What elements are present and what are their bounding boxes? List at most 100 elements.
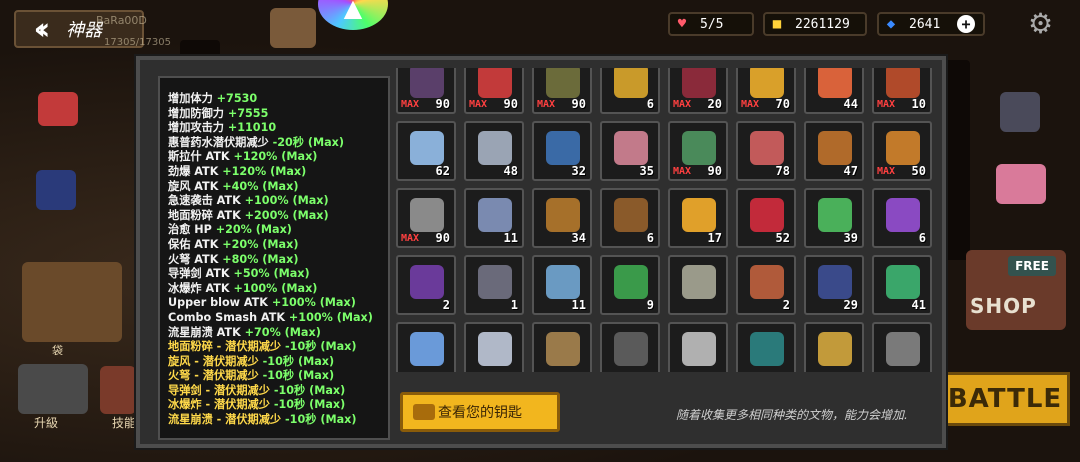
artifact-slot-stone-block[interactable]: MAX 90 (396, 188, 456, 248)
stat-name: 劲爆 ATK (168, 164, 223, 178)
artifact-slot-horn[interactable]: MAX 90 (396, 68, 456, 114)
stat-line: 急速袭击 ATK +100% (Max) (168, 194, 388, 209)
golden-hammer-icon (614, 68, 648, 98)
arrow-icon (410, 332, 444, 366)
artifact-slot-lantern[interactable]: MAX 10 (872, 68, 932, 114)
artifact-count: 6 (646, 231, 654, 245)
stat-line: 保佑 ATK +20% (Max) (168, 238, 388, 253)
amulet-icon (546, 198, 580, 232)
trophy-icon[interactable] (36, 170, 76, 210)
stat-value: +7555 (227, 106, 269, 120)
heart-icon: ♥ (677, 16, 687, 32)
gold-counter: ■ 2261129 (763, 12, 867, 36)
artifact-count: 20 (707, 97, 722, 111)
battle-button[interactable]: BATTLE (940, 372, 1070, 426)
artifact-count: 11 (503, 231, 518, 245)
artifact-slot-skull-pot[interactable]: MAX 50 (872, 121, 932, 181)
stat-name: 冰爆炸 - 潜伏期减少 (168, 398, 274, 412)
shop-label[interactable]: SHOP (970, 294, 1037, 318)
gear-icon[interactable]: ⚙ (1028, 10, 1056, 38)
artifact-slot-diamond[interactable] (464, 322, 524, 372)
calendar-icon[interactable] (38, 92, 78, 126)
stat-value: -10秒 (Max) (273, 398, 346, 412)
upgrade-icon[interactable] (18, 364, 88, 414)
artifact-slot-red-robe[interactable]: MAX 20 (668, 68, 728, 114)
stat-name: 增加防御力 (168, 106, 228, 120)
gauntlet-icon (478, 265, 512, 299)
artifact-slot-purple-shield[interactable]: 2 (396, 255, 456, 315)
stat-line: 冰爆炸 ATK +100% (Max) (168, 282, 388, 297)
skill-icon[interactable] (100, 366, 136, 414)
top-bar: ‹‹ 神器 BaRa00D 17305/17305 ▲ ♥ 5/5 ■ 2261… (0, 0, 1080, 55)
artifact-count: 9 (646, 298, 654, 312)
stat-value: +120% (Max) (233, 150, 318, 164)
sword-icon[interactable] (1000, 92, 1040, 132)
artifact-slot-emerald-pendant[interactable]: 41 (872, 255, 932, 315)
artifact-slot-iron-boots[interactable] (872, 322, 932, 372)
artifact-slot-green-fruit[interactable]: 39 (804, 188, 864, 248)
stat-line: 导弹剑 ATK +50% (Max) (168, 267, 388, 282)
artifact-slot-scroll[interactable] (668, 255, 728, 315)
stat-name: 增加攻击力 (168, 121, 228, 135)
artifact-slot-rune-tablet[interactable]: 47 (804, 121, 864, 181)
artifact-slot-boot[interactable]: 29 (804, 255, 864, 315)
stat-name: 流星崩溃 ATK (168, 325, 245, 339)
artifact-slot-green-claw[interactable]: MAX 90 (668, 121, 728, 181)
artifact-slot-rope[interactable]: 11 (464, 188, 524, 248)
orange-icon (682, 198, 716, 232)
artifact-slot-orange[interactable]: 17 (668, 188, 728, 248)
add-gems-button[interactable]: + (957, 15, 975, 33)
artifact-grid[interactable]: MAX 90 MAX 90 MAX 90 6 MAX 20 MAX 70 44 MAX 10 62 48 32 3… (396, 68, 932, 372)
artifact-slot-fang[interactable] (668, 322, 728, 372)
boot-icon (818, 265, 852, 299)
artifact-slot-candelabra[interactable] (804, 322, 864, 372)
artifact-slot-red-berries[interactable]: MAX 90 (464, 68, 524, 114)
artifact-slot-beast-helm[interactable]: MAX 90 (532, 68, 592, 114)
bag-icon[interactable] (22, 262, 122, 342)
purple-vial-icon (886, 198, 920, 232)
artifact-slot-green-sack[interactable]: 9 (600, 255, 660, 315)
artifact-slot-potion[interactable]: 78 (736, 121, 796, 181)
iron-boots-icon (886, 332, 920, 366)
view-keys-button[interactable]: 查看您的钥匙 (400, 392, 560, 432)
stat-line: 治愈 HP +20% (Max) (168, 223, 388, 238)
stat-value: +7530 (216, 92, 258, 105)
stat-value: -10秒 (Max) (262, 369, 335, 383)
artifact-slot-meat[interactable]: 44 (804, 68, 864, 114)
artifact-slot-crystal-shards[interactable]: 35 (600, 121, 660, 181)
artifact-stats-list[interactable]: 增加体力 +7530 增加防御力 +7555 增加攻击力 +11010 惠普药水潜伏期… (158, 76, 390, 440)
artifact-slot-ice-shards[interactable]: 11 (532, 255, 592, 315)
stat-value: +11010 (227, 121, 277, 135)
stat-value: -10秒 (Max) (285, 413, 357, 427)
character-icon[interactable] (996, 164, 1046, 204)
stat-line: 旋风 ATK +40% (Max) (168, 180, 388, 195)
artifact-slot-gold-ring[interactable]: MAX 70 (736, 68, 796, 114)
artifact-slot-staff[interactable]: 6 (600, 188, 660, 248)
artifact-slot-hat[interactable]: 2 (736, 255, 796, 315)
stat-name: 惠普药水潜伏期减少 (168, 135, 273, 149)
artifact-slot-compass[interactable] (532, 322, 592, 372)
berries-icon (750, 198, 784, 232)
artifact-slot-amulet[interactable]: 34 (532, 188, 592, 248)
stat-value: +120% (Max) (222, 164, 307, 178)
stat-value: -20秒 (Max) (272, 135, 345, 149)
artifact-slot-sword[interactable]: 48 (464, 121, 524, 181)
artifact-slot-berries[interactable]: 52 (736, 188, 796, 248)
stat-value: +50% (Max) (233, 267, 310, 281)
artifact-slot-purple-vial[interactable]: 6 (872, 188, 932, 248)
artifact-count: 35 (639, 164, 654, 178)
artifact-slot-dark-frame[interactable] (600, 322, 660, 372)
potion-icon (750, 131, 784, 165)
max-label: MAX (537, 99, 556, 110)
artifact-slot-arrow[interactable] (396, 322, 456, 372)
artifact-slot-pearl-shell[interactable]: 62 (396, 121, 456, 181)
artifact-slot-teal-orb[interactable] (736, 322, 796, 372)
gems-value: 2641 (909, 16, 941, 32)
artifact-slot-shield-emblem[interactable]: 32 (532, 121, 592, 181)
green-fruit-icon (818, 198, 852, 232)
artifact-slot-gauntlet[interactable]: 1 (464, 255, 524, 315)
stone-block-icon (410, 198, 444, 232)
artifact-slot-golden-hammer[interactable]: 6 (600, 68, 660, 114)
stat-name: 导弹剑 ATK (168, 267, 234, 281)
gold-ring-icon (750, 68, 784, 98)
